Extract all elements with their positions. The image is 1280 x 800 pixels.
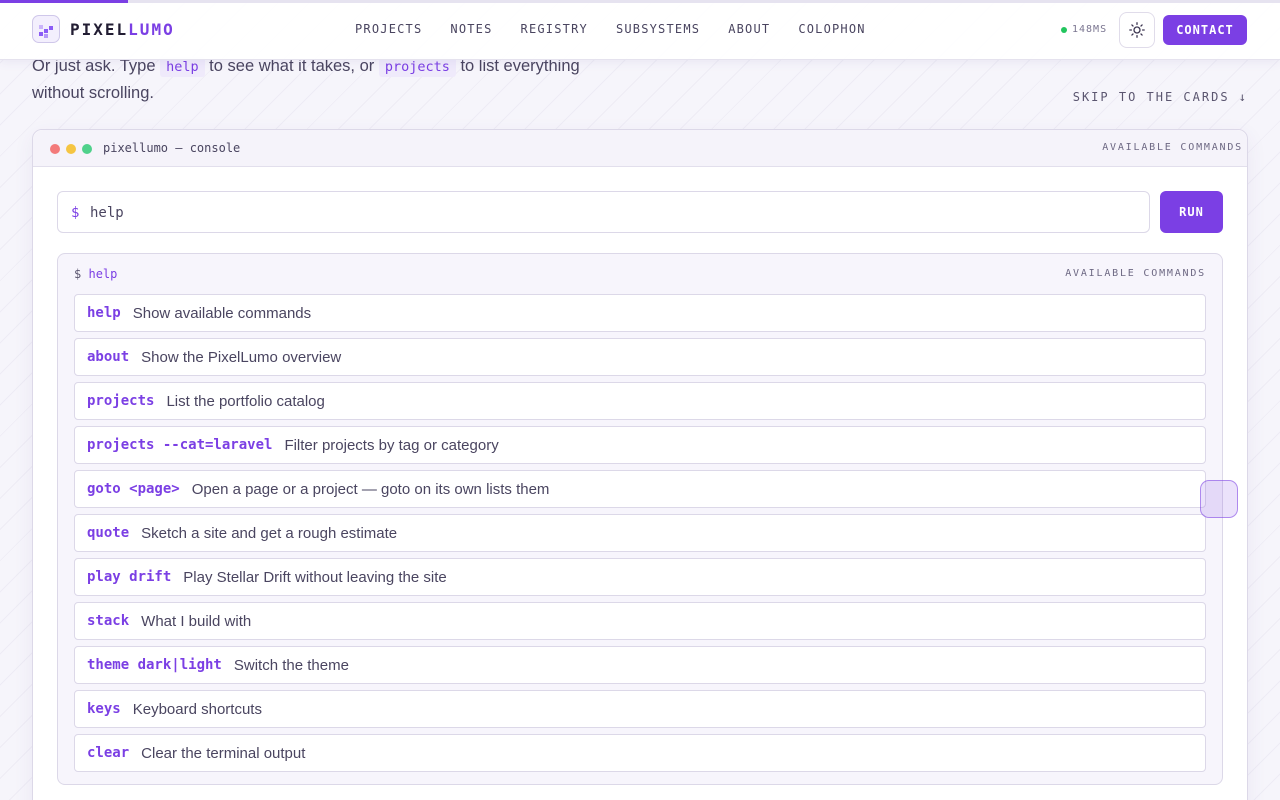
command-row-projects-cat[interactable]: projects --cat=laravel Filter projects by… bbox=[74, 426, 1206, 464]
command-description: Keyboard shortcuts bbox=[132, 700, 262, 718]
console-window: pixellumo — console AVAILABLE COMMANDS $… bbox=[32, 129, 1248, 800]
command-description: List the portfolio catalog bbox=[166, 392, 325, 410]
nav-link-subsystems[interactable]: SUBSYSTEMS bbox=[616, 22, 700, 36]
projects-command-chip: projects bbox=[378, 57, 456, 77]
command-name: help bbox=[87, 305, 121, 321]
intro-text: Or just ask. Type help to see what it ta… bbox=[32, 57, 580, 102]
command-row-projects[interactable]: projects List the portfolio catalog bbox=[74, 382, 1206, 420]
scroll-progress-fill bbox=[0, 0, 128, 3]
theme-toggle-button[interactable] bbox=[1119, 12, 1155, 48]
command-row-about[interactable]: about Show the PixelLumo overview bbox=[74, 338, 1206, 376]
nav-link-notes[interactable]: NOTES bbox=[450, 22, 492, 36]
nav-link-colophon[interactable]: COLOPHON bbox=[798, 22, 865, 36]
command-description: Show the PixelLumo overview bbox=[141, 348, 342, 366]
help-command-chip: help bbox=[160, 57, 205, 77]
status-dot-icon bbox=[1061, 26, 1067, 33]
maximize-dot-icon bbox=[82, 144, 92, 154]
command-name: about bbox=[87, 349, 130, 365]
main-nav: PROJECTS NOTES REGISTRY SUBSYSTEMS ABOUT… bbox=[355, 22, 894, 36]
command-name: theme dark|light bbox=[87, 657, 222, 673]
cursor-highlight bbox=[1200, 480, 1238, 518]
nav-link-registry[interactable]: REGISTRY bbox=[521, 22, 588, 36]
console-output: $ help AVAILABLE COMMANDS help Show avail… bbox=[57, 253, 1223, 785]
prompt-symbol: $ bbox=[71, 205, 80, 221]
command-row-theme[interactable]: theme dark|light Switch the theme bbox=[74, 646, 1206, 684]
command-row-help[interactable]: help Show available commands bbox=[74, 294, 1206, 332]
command-description: Filter projects by tag or category bbox=[284, 436, 499, 454]
console-title: pixellumo — console bbox=[103, 141, 241, 155]
contact-button[interactable]: CONTACT bbox=[1163, 15, 1247, 45]
nav-link-projects[interactable]: PROJECTS bbox=[355, 22, 422, 36]
command-row-goto[interactable]: goto <page> Open a page or a project — go… bbox=[74, 470, 1206, 508]
nav-link-about[interactable]: ABOUT bbox=[728, 22, 770, 36]
command-row-quote[interactable]: quote Sketch a site and get a rough estim… bbox=[74, 514, 1206, 552]
scroll-progress-bar bbox=[0, 0, 1280, 3]
top-navigation: PIXELLUMO PROJECTS NOTES REGISTRY SUBSYS… bbox=[0, 0, 1280, 60]
command-description: Play Stellar Drift without leaving the s… bbox=[183, 568, 447, 586]
run-button[interactable]: RUN bbox=[1160, 191, 1223, 233]
command-row-play-drift[interactable]: play drift Play Stellar Drift without lea… bbox=[74, 558, 1206, 596]
command-row-clear[interactable]: clear Clear the terminal output bbox=[74, 734, 1206, 772]
minimize-dot-icon bbox=[66, 144, 76, 154]
command-description: Switch the theme bbox=[233, 656, 349, 674]
command-description: What I build with bbox=[141, 612, 252, 630]
available-commands-label: AVAILABLE COMMANDS bbox=[1102, 142, 1243, 153]
command-name: projects bbox=[87, 393, 155, 409]
latency-value: 148MS bbox=[1072, 24, 1108, 35]
command-name: quote bbox=[87, 525, 130, 541]
command-list: help Show available commands about Show th… bbox=[74, 294, 1206, 778]
skip-to-cards-link[interactable]: SKIP TO THE CARDS ↓ bbox=[1073, 90, 1248, 104]
close-dot-icon bbox=[50, 144, 60, 154]
latency-indicator: 148MS bbox=[1061, 24, 1107, 35]
command-description: Sketch a site and get a rough estimate bbox=[141, 524, 398, 542]
echoed-command: $ help bbox=[74, 267, 118, 281]
command-name: clear bbox=[87, 745, 130, 761]
command-description: Open a page or a project — goto on its o… bbox=[191, 480, 550, 498]
command-name: goto <page> bbox=[87, 481, 180, 497]
brand-name: PIXELLUMO bbox=[70, 19, 175, 39]
command-row-keys[interactable]: keys Keyboard shortcuts bbox=[74, 690, 1206, 728]
command-name: projects --cat=laravel bbox=[87, 437, 273, 453]
output-available-label: AVAILABLE COMMANDS bbox=[1065, 268, 1206, 279]
command-description: Clear the terminal output bbox=[141, 744, 306, 762]
command-name: stack bbox=[87, 613, 130, 629]
sun-icon bbox=[1129, 22, 1145, 38]
command-input-value: help bbox=[90, 205, 124, 221]
command-description: Show available commands bbox=[132, 304, 312, 322]
command-input[interactable]: $ help bbox=[57, 191, 1150, 233]
command-name: keys bbox=[87, 701, 121, 717]
command-row-stack[interactable]: stack What I build with bbox=[74, 602, 1206, 640]
brand-logo[interactable]: PIXELLUMO bbox=[32, 15, 175, 43]
command-name: play drift bbox=[87, 569, 172, 585]
pixel-logo-icon bbox=[32, 15, 60, 43]
console-titlebar: pixellumo — console AVAILABLE COMMANDS bbox=[33, 130, 1247, 167]
